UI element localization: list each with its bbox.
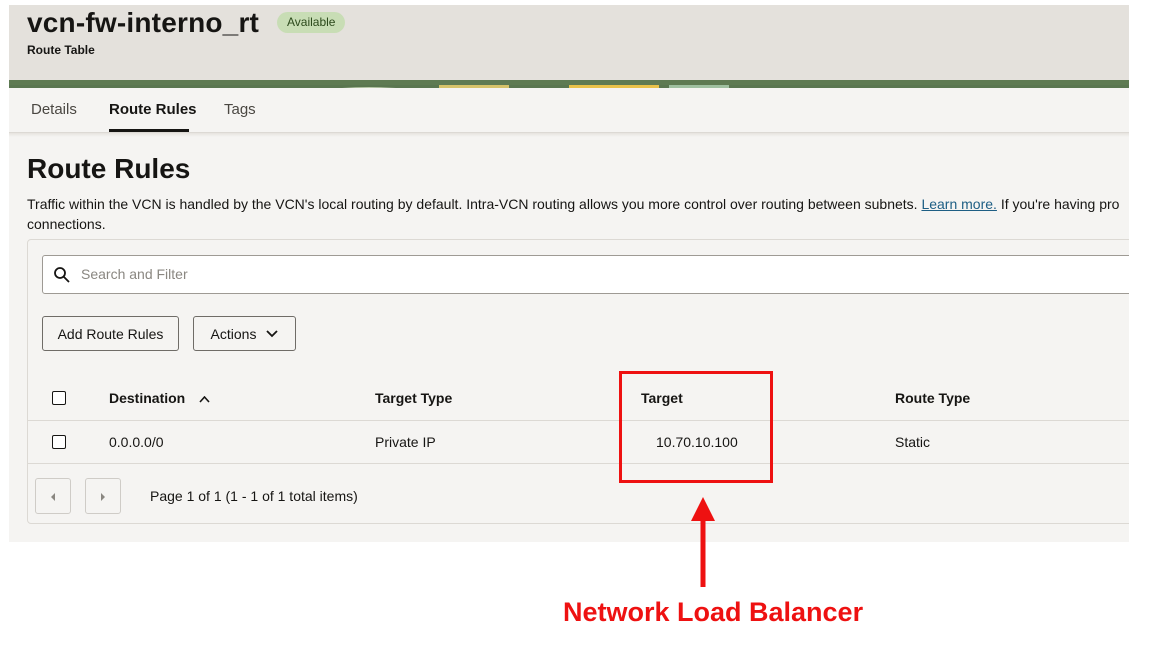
actions-dropdown-button[interactable]: Actions xyxy=(193,316,296,351)
column-header-destination[interactable]: Destination xyxy=(109,390,210,406)
active-tab-indicator xyxy=(109,129,189,132)
next-page-button[interactable] xyxy=(85,478,121,514)
pagination-status: Page 1 of 1 (1 - 1 of 1 total items) xyxy=(150,488,358,504)
caret-right-icon xyxy=(101,493,105,501)
console-page: vcn-fw-interno_rt Available Route Table … xyxy=(9,5,1129,542)
cell-destination: 0.0.0.0/0 xyxy=(109,434,164,450)
search-placeholder: Search and Filter xyxy=(81,266,188,282)
add-route-rules-button[interactable]: Add Route Rules xyxy=(42,316,179,351)
row-checkbox[interactable] xyxy=(52,435,66,449)
tab-bar: Details Route Rules Tags xyxy=(9,88,1129,133)
column-header-route-type: Route Type xyxy=(895,390,971,406)
section-description: Traffic within the VCN is handled by the… xyxy=(27,196,1120,232)
cell-target-type: Private IP xyxy=(375,434,436,450)
caret-left-icon xyxy=(51,493,55,501)
cell-route-type: Static xyxy=(895,434,931,450)
sort-ascending-icon xyxy=(199,395,210,403)
previous-page-button[interactable] xyxy=(35,478,71,514)
tab-details[interactable]: Details xyxy=(31,101,77,118)
page-title: vcn-fw-interno_rt xyxy=(27,7,260,38)
column-header-target-type: Target Type xyxy=(375,390,453,406)
decorative-banner xyxy=(9,80,1129,88)
chevron-down-icon xyxy=(266,329,279,337)
learn-more-link[interactable]: Learn more. xyxy=(921,196,996,212)
select-all-checkbox[interactable] xyxy=(52,391,66,405)
section-title: Route Rules xyxy=(27,153,191,184)
page-header: vcn-fw-interno_rt Available Route Table xyxy=(9,5,1129,80)
search-input[interactable]: Search and Filter xyxy=(42,255,1129,294)
target-highlight-box xyxy=(619,371,773,483)
tab-tags[interactable]: Tags xyxy=(224,101,256,118)
tab-route-rules[interactable]: Route Rules xyxy=(109,101,197,118)
status-badge: Available xyxy=(277,12,346,33)
search-icon xyxy=(54,267,70,283)
route-rules-panel: Search and Filter Add Route Rules Action… xyxy=(27,239,1129,524)
annotation-label: Network Load Balancer xyxy=(563,597,864,627)
arrow-up-icon xyxy=(691,497,715,587)
resource-type-label: Route Table xyxy=(27,43,95,57)
